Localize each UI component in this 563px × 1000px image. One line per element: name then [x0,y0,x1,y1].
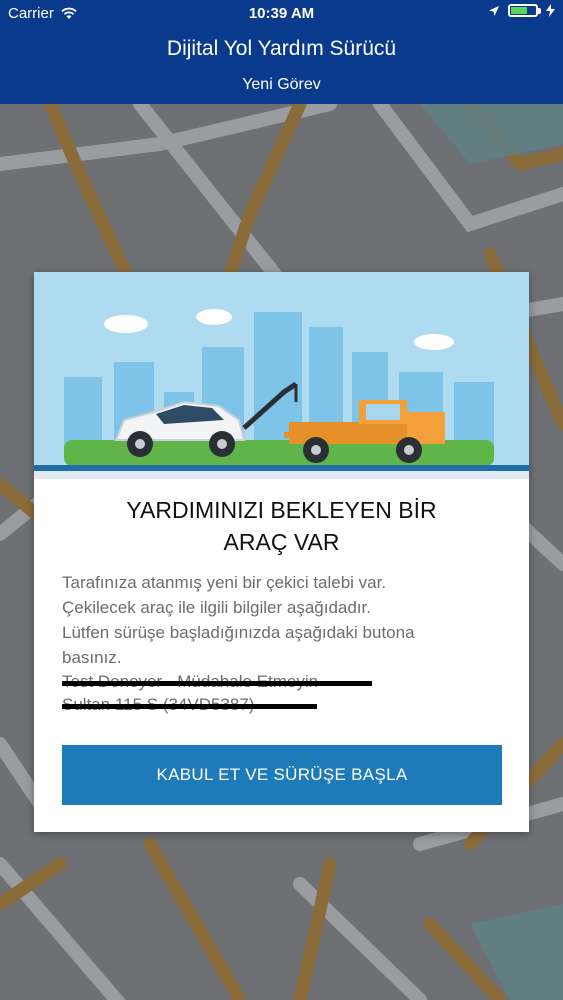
tow-truck-with-car-illustration [34,272,529,479]
nav-bar: Dijital Yol Yardım Sürücü Yeni Görev [0,28,563,105]
message-line: Lütfen sürüşe başladığınızda aşağıdaki b… [62,623,415,642]
app-title: Dijital Yol Yardım Sürücü [166,37,397,60]
new-task-dialog: YARDIMINIZI BEKLEYEN BİR ARAÇ VAR Tarafı… [34,272,529,832]
status-bar: Carrier 10:39 AM [0,0,563,28]
message-line: basınız. [62,648,122,667]
dialog-heading-line-1: YARDIMINIZI BEKLEYEN BİR [126,497,437,523]
location-arrow-icon [489,5,499,16]
charging-bolt-icon [546,4,555,17]
dialog-heading-line-2: ARAÇ VAR [223,529,340,555]
redaction-bar [62,681,372,686]
redaction-bar [62,704,317,709]
status-time: 10:39 AM [248,5,315,22]
screen-subtitle: Yeni Görev [242,76,321,93]
accept-and-start-button[interactable]: KABUL ET VE SÜRÜŞE BAŞLA [62,745,502,805]
battery-icon [508,4,541,17]
message-line: Tarafınıza atanmış yeni bir çekici taleb… [62,573,387,592]
message-line: Çekilecek araç ile ilgili bilgiler aşağı… [62,598,371,617]
redacted-customer-line: Test Deneyer - Müdahale Etmeyin [62,672,372,694]
redacted-vehicle-line: Sultan 115 S (34VD5387) [62,695,317,717]
dialog-heading: YARDIMINIZI BEKLEYEN BİR ARAÇ VAR [34,494,529,558]
dialog-message: Tarafınıza atanmış yeni bir çekici taleb… [62,570,501,670]
